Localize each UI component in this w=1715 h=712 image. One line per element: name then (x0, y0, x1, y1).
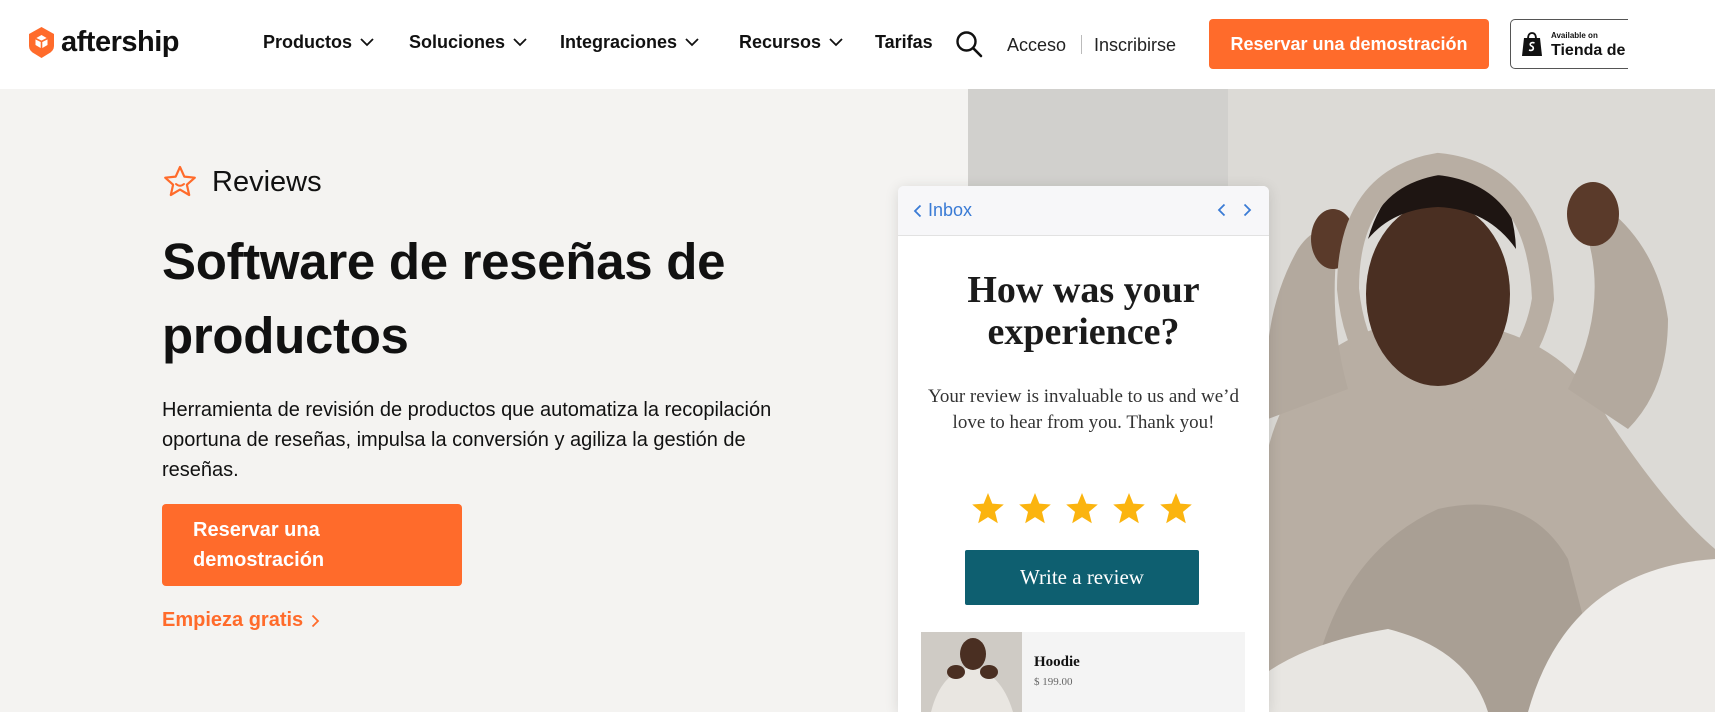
start-free-label: Empieza gratis (162, 609, 304, 631)
product-price: $ 199.00 (1034, 676, 1073, 688)
previous-email-icon[interactable] (1217, 203, 1226, 217)
product-thumbnail (921, 632, 1022, 712)
hero-description: Herramienta de revisión de productos que… (162, 399, 772, 481)
nav-item-productos[interactable]: Productos (263, 32, 374, 53)
nav-item-integraciones[interactable]: Integraciones (560, 32, 699, 53)
product-name: Reviews (212, 165, 322, 198)
nav-item-label: Soluciones (409, 32, 506, 52)
nav-item-label: Recursos (739, 32, 822, 52)
hoodie-thumbnail-image (921, 632, 1022, 712)
star-icon[interactable] (1018, 492, 1052, 525)
logo-text: aftership (61, 26, 179, 58)
next-email-icon[interactable] (1243, 203, 1252, 217)
book-demo-button[interactable]: Reservar una demostración (162, 504, 462, 586)
page-title: Software de reseñas de productos (162, 233, 726, 364)
star-rating[interactable] (971, 492, 1193, 525)
nav-item-label: Tarifas (875, 32, 933, 52)
star-icon (164, 165, 196, 197)
nav-item-soluciones[interactable]: Soluciones (409, 32, 527, 53)
nav-item-label: Integraciones (560, 32, 678, 52)
star-icon[interactable] (1159, 492, 1193, 525)
book-demo-button-header[interactable]: Reservar una demostración (1209, 19, 1489, 69)
star-icon[interactable] (1112, 492, 1146, 525)
chevron-down-icon (685, 38, 699, 47)
badge-store-name: Tienda de (1551, 42, 1626, 59)
star-icon[interactable] (1065, 492, 1099, 525)
aftership-logo-icon (29, 27, 54, 58)
chevron-down-icon (360, 38, 374, 47)
chevron-down-icon (513, 38, 527, 47)
inbox-back-link[interactable]: Inbox (913, 200, 972, 221)
write-review-button[interactable]: Write a review (965, 550, 1199, 605)
signup-link[interactable]: Inscribirse (1094, 35, 1176, 56)
nav-item-tarifas[interactable]: Tarifas (875, 32, 933, 53)
chevron-right-icon (312, 614, 320, 627)
email-body-text: Your review is invaluable to us and we’d… (928, 386, 1239, 433)
star-icon[interactable] (971, 492, 1005, 525)
inbox-label: Inbox (928, 200, 973, 220)
login-link[interactable]: Acceso (1007, 35, 1066, 56)
site-header: aftership Productos Soluciones Integraci… (0, 0, 1715, 89)
product-label: Reviews (162, 164, 322, 200)
shopify-app-store-badge[interactable]: Available on Tienda de (1510, 19, 1628, 69)
email-heading: How was your experience? (967, 269, 1200, 353)
shopify-bag-icon (1522, 32, 1542, 56)
start-free-link[interactable]: Empieza gratis (162, 609, 320, 632)
divider (1081, 35, 1082, 54)
nav-item-label: Productos (263, 32, 353, 52)
chevron-left-icon (913, 204, 922, 217)
search-icon[interactable] (955, 30, 983, 58)
chevron-down-icon (829, 38, 843, 47)
nav-item-recursos[interactable]: Recursos (739, 32, 843, 53)
product-name: Hoodie (1034, 654, 1080, 670)
email-toolbar: Inbox (898, 186, 1269, 236)
badge-caption: Available on (1551, 31, 1598, 40)
aftership-logo[interactable]: aftership (28, 26, 179, 59)
review-request-email-mock: Inbox How was your experience? Your revi… (898, 186, 1269, 712)
product-summary: Hoodie $ 199.00 (921, 632, 1245, 712)
